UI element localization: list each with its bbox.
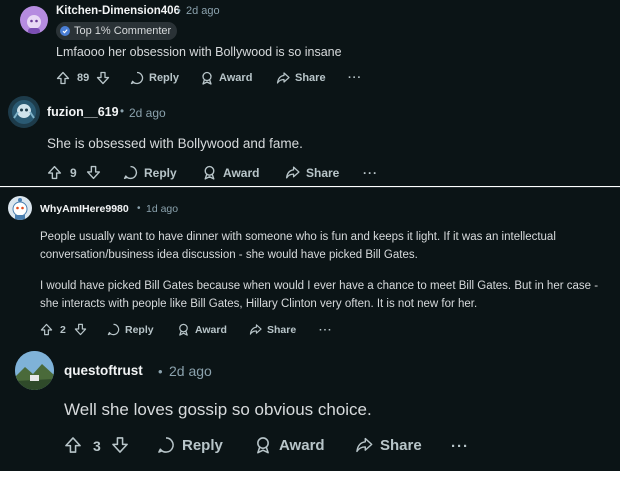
vote-count: 2 bbox=[60, 324, 66, 336]
share-arrow-icon bbox=[276, 72, 290, 84]
snoo-avatar-icon bbox=[12, 198, 28, 220]
share-button[interactable]: Share bbox=[355, 436, 422, 454]
reply-label: Reply bbox=[149, 72, 179, 84]
comment-timestamp: 2d ago bbox=[186, 5, 220, 17]
share-label: Share bbox=[267, 323, 297, 336]
upvote-arrow-icon bbox=[65, 437, 81, 453]
award-button[interactable]: Award bbox=[254, 436, 325, 454]
separator-dot: • bbox=[137, 203, 141, 214]
upvote-arrow-icon bbox=[40, 323, 53, 336]
reply-bubble-icon bbox=[130, 71, 144, 85]
separator-dot: • bbox=[120, 106, 125, 118]
more-options-button[interactable]: ··· bbox=[348, 72, 362, 84]
comment-text: She is obsessed with Bollywood and fame. bbox=[47, 136, 303, 151]
vote-count: 3 bbox=[93, 438, 101, 454]
award-label: Award bbox=[219, 72, 253, 84]
award-ribbon-icon bbox=[257, 437, 269, 454]
comment-text-line: I would have picked Bill Gates because w… bbox=[40, 280, 599, 292]
comment-username[interactable]: Kitchen-Dimension406 bbox=[56, 5, 180, 17]
comment-timestamp: 2d ago bbox=[169, 363, 212, 379]
comment-username[interactable]: fuzion__619 bbox=[47, 105, 119, 119]
share-arrow-icon bbox=[285, 166, 300, 179]
share-button[interactable]: Share bbox=[285, 165, 339, 180]
share-label: Share bbox=[380, 436, 422, 454]
comment-timestamp: 1d ago bbox=[146, 203, 179, 215]
avatar[interactable] bbox=[20, 6, 48, 34]
comment-text-line: People usually want to have dinner with … bbox=[40, 231, 556, 243]
upvote-button[interactable] bbox=[56, 71, 70, 85]
upvote-button[interactable] bbox=[47, 165, 62, 180]
share-arrow-icon bbox=[356, 437, 373, 453]
more-options-button[interactable]: ··· bbox=[319, 324, 333, 336]
comment-username[interactable]: WhyAmIHere9980 bbox=[40, 203, 129, 215]
reply-button[interactable]: Reply bbox=[130, 71, 179, 85]
reply-label: Reply bbox=[144, 165, 177, 180]
award-ribbon-icon bbox=[202, 71, 212, 85]
avatar[interactable] bbox=[8, 196, 32, 220]
vote-count: 9 bbox=[70, 166, 77, 180]
downvote-button[interactable] bbox=[86, 165, 101, 180]
comment-text-line: she interacts with people like Bill Gate… bbox=[40, 298, 478, 310]
share-label: Share bbox=[306, 165, 340, 180]
comment-text: Well she loves gossip so obvious choice. bbox=[64, 400, 372, 419]
downvote-arrow-icon bbox=[112, 437, 128, 453]
award-ribbon-icon bbox=[204, 165, 215, 180]
downvote-arrow-icon bbox=[86, 165, 101, 180]
upvote-button[interactable] bbox=[40, 323, 53, 336]
share-button[interactable]: Share bbox=[276, 71, 326, 85]
comment-username[interactable]: questoftrust bbox=[64, 363, 143, 378]
comment-timestamp: 2d ago bbox=[129, 106, 166, 120]
avatar[interactable] bbox=[8, 96, 40, 128]
comment-text: Lmfaooo her obsession with Bollywood is … bbox=[56, 45, 342, 59]
upvote-button[interactable] bbox=[64, 436, 82, 454]
award-button[interactable]: Award bbox=[202, 165, 259, 180]
landscape-avatar-icon bbox=[15, 351, 54, 390]
reply-bubble-icon bbox=[123, 165, 138, 180]
downvote-arrow-icon bbox=[96, 71, 110, 85]
comment-panel-1: Kitchen-Dimension406 • 2d ago Top 1% Com… bbox=[0, 0, 620, 90]
upvote-arrow-icon bbox=[56, 71, 70, 85]
more-options-button[interactable]: ··· bbox=[451, 438, 469, 455]
snoo-avatar-icon bbox=[27, 15, 41, 34]
award-button[interactable]: Award bbox=[200, 71, 252, 85]
vote-count: 89 bbox=[77, 72, 90, 84]
downvote-arrow-icon bbox=[74, 323, 87, 336]
downvote-button[interactable] bbox=[96, 71, 110, 85]
reply-bubble-icon bbox=[107, 323, 120, 336]
reply-bubble-icon bbox=[158, 437, 174, 453]
comment-panel-3: WhyAmIHere9980 • 1d ago People usually w… bbox=[0, 188, 620, 343]
top-commenter-icon bbox=[60, 26, 70, 36]
more-options-button[interactable]: ··· bbox=[363, 166, 378, 180]
award-label: Award bbox=[223, 165, 260, 180]
comment-text-line: conversation/business idea discussion - … bbox=[40, 249, 418, 261]
snoo-avatar-icon bbox=[12, 100, 36, 124]
award-button[interactable]: Award bbox=[177, 323, 227, 336]
share-button[interactable]: Share bbox=[249, 323, 296, 336]
reply-label: Reply bbox=[125, 323, 154, 336]
upvote-arrow-icon bbox=[47, 165, 62, 180]
award-label: Award bbox=[195, 323, 227, 336]
reply-button[interactable]: Reply bbox=[123, 165, 177, 180]
award-label: Award bbox=[279, 436, 325, 454]
reply-label: Reply bbox=[182, 436, 223, 454]
separator-dot: • bbox=[177, 5, 181, 17]
downvote-button[interactable] bbox=[74, 323, 87, 336]
avatar[interactable] bbox=[15, 351, 54, 390]
comment-panel-4: questoftrust • 2d ago Well she loves gos… bbox=[0, 343, 620, 471]
downvote-button[interactable] bbox=[111, 436, 129, 454]
flair-label: Top 1% Commenter bbox=[74, 25, 172, 37]
user-flair-badge: Top 1% Commenter bbox=[56, 22, 178, 40]
share-arrow-icon bbox=[249, 324, 262, 335]
separator-dot: • bbox=[158, 364, 163, 379]
reply-button[interactable]: Reply bbox=[107, 323, 154, 336]
award-ribbon-icon bbox=[179, 323, 188, 336]
comment-panel-2: fuzion__619 • 2d ago She is obsessed wit… bbox=[0, 90, 620, 186]
share-label: Share bbox=[295, 72, 326, 84]
reply-button[interactable]: Reply bbox=[157, 436, 223, 454]
